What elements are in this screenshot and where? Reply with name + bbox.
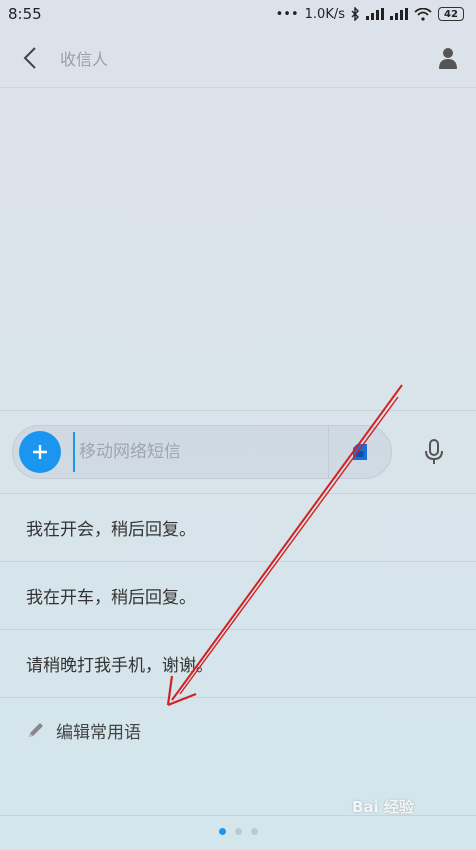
wifi-icon — [414, 7, 432, 21]
network-speed: 1.0K/s — [304, 6, 345, 22]
compose-bar — [12, 425, 392, 479]
page-dot-active[interactable] — [218, 828, 226, 835]
quick-reply-item[interactable]: 我在开车，稍后回复。 — [0, 562, 476, 630]
back-button[interactable] — [0, 28, 60, 88]
contact-icon — [439, 47, 457, 69]
voice-input-button[interactable] — [410, 430, 458, 474]
battery-icon: 42 — [438, 7, 464, 21]
page-dot[interactable] — [234, 828, 242, 835]
bluetooth-icon — [351, 7, 359, 21]
contacts-button[interactable] — [420, 28, 476, 88]
sim-card-icon — [353, 444, 367, 460]
quick-reply-item[interactable]: 请稍晚打我手机，谢谢。 — [0, 630, 476, 698]
signal-icon — [366, 8, 384, 20]
signal-icon — [390, 8, 408, 20]
compose-divider — [0, 410, 476, 411]
recipient-field[interactable]: 收信人 — [60, 46, 420, 70]
plus-icon — [33, 445, 47, 459]
recipient-header: 收信人 — [0, 28, 476, 88]
status-icons: ••• 1.0K/s 42 — [276, 7, 464, 22]
sim-select-button[interactable] — [329, 425, 391, 479]
microphone-icon — [425, 439, 443, 464]
page-indicator — [0, 828, 476, 835]
add-attachment-button[interactable] — [19, 431, 61, 473]
status-time: 8:55 — [8, 5, 42, 23]
back-arrow-icon — [23, 46, 36, 69]
message-input[interactable] — [73, 432, 328, 472]
edit-quick-replies-button[interactable]: 编辑常用语 — [0, 698, 476, 762]
quick-reply-item[interactable]: 我在开会，稍后回复。 — [0, 494, 476, 562]
page-dot[interactable] — [250, 828, 258, 835]
status-bar: 8:55 ••• 1.0K/s 42 — [0, 0, 476, 28]
baidu-watermark: Bai 经验 — [352, 798, 414, 816]
edit-quick-replies-label: 编辑常用语 — [56, 722, 141, 743]
quick-reply-list: 我在开会，稍后回复。 我在开车，稍后回复。 请稍晚打我手机，谢谢。 编辑常用语 — [0, 493, 476, 762]
pencil-icon — [29, 723, 43, 737]
dots-icon: ••• — [275, 6, 299, 22]
